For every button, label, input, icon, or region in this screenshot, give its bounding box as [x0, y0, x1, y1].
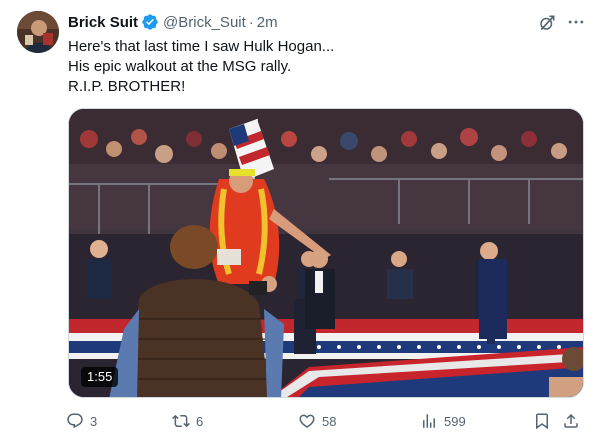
- avatar-image: [17, 11, 59, 53]
- view-count: 599: [444, 413, 466, 429]
- header-separator: ·: [248, 13, 254, 31]
- reply-icon: [67, 413, 83, 429]
- more-icon[interactable]: [566, 12, 586, 32]
- share-icon: [564, 413, 578, 428]
- like-button[interactable]: 58: [298, 410, 336, 432]
- tweet-text: Here's that last time I saw Hulk Hogan..…: [68, 37, 578, 97]
- repost-count: 6: [196, 413, 204, 429]
- tweet-text-line-2: His epic walkout at the MSG rally.: [68, 58, 292, 75]
- grok-icon[interactable]: [538, 14, 556, 32]
- bookmark-icon: [536, 413, 548, 430]
- video-player[interactable]: 1:55: [68, 108, 584, 398]
- repost-icon: [172, 414, 190, 428]
- tweet-header: Brick Suit @Brick_Suit · 2m: [68, 12, 278, 32]
- video-duration: 1:55: [81, 367, 119, 387]
- reply-count: 3: [90, 413, 98, 429]
- views-button[interactable]: 599: [420, 410, 466, 432]
- like-count: 58: [322, 413, 337, 429]
- share-button[interactable]: [562, 410, 580, 432]
- author-name[interactable]: Brick Suit: [68, 14, 138, 31]
- author-handle[interactable]: @Brick_Suit: [163, 14, 246, 31]
- heart-icon: [299, 414, 315, 428]
- verified-badge-icon: [142, 14, 158, 30]
- avatar[interactable]: [17, 11, 59, 53]
- timestamp[interactable]: 2m: [257, 14, 278, 31]
- video-thumbnail: [69, 109, 583, 397]
- repost-button[interactable]: 6: [172, 410, 203, 432]
- views-icon: [423, 414, 435, 428]
- bookmark-button[interactable]: [533, 410, 551, 432]
- tweet-text-line-1: Here's that last time I saw Hulk Hogan..…: [68, 38, 335, 55]
- action-bar: 3 6 58 599: [60, 410, 588, 432]
- tweet[interactable]: Brick Suit @Brick_Suit · 2m Here's that …: [0, 0, 599, 441]
- tweet-text-line-3: R.I.P. BROTHER!: [68, 78, 186, 95]
- reply-button[interactable]: 3: [66, 410, 97, 432]
